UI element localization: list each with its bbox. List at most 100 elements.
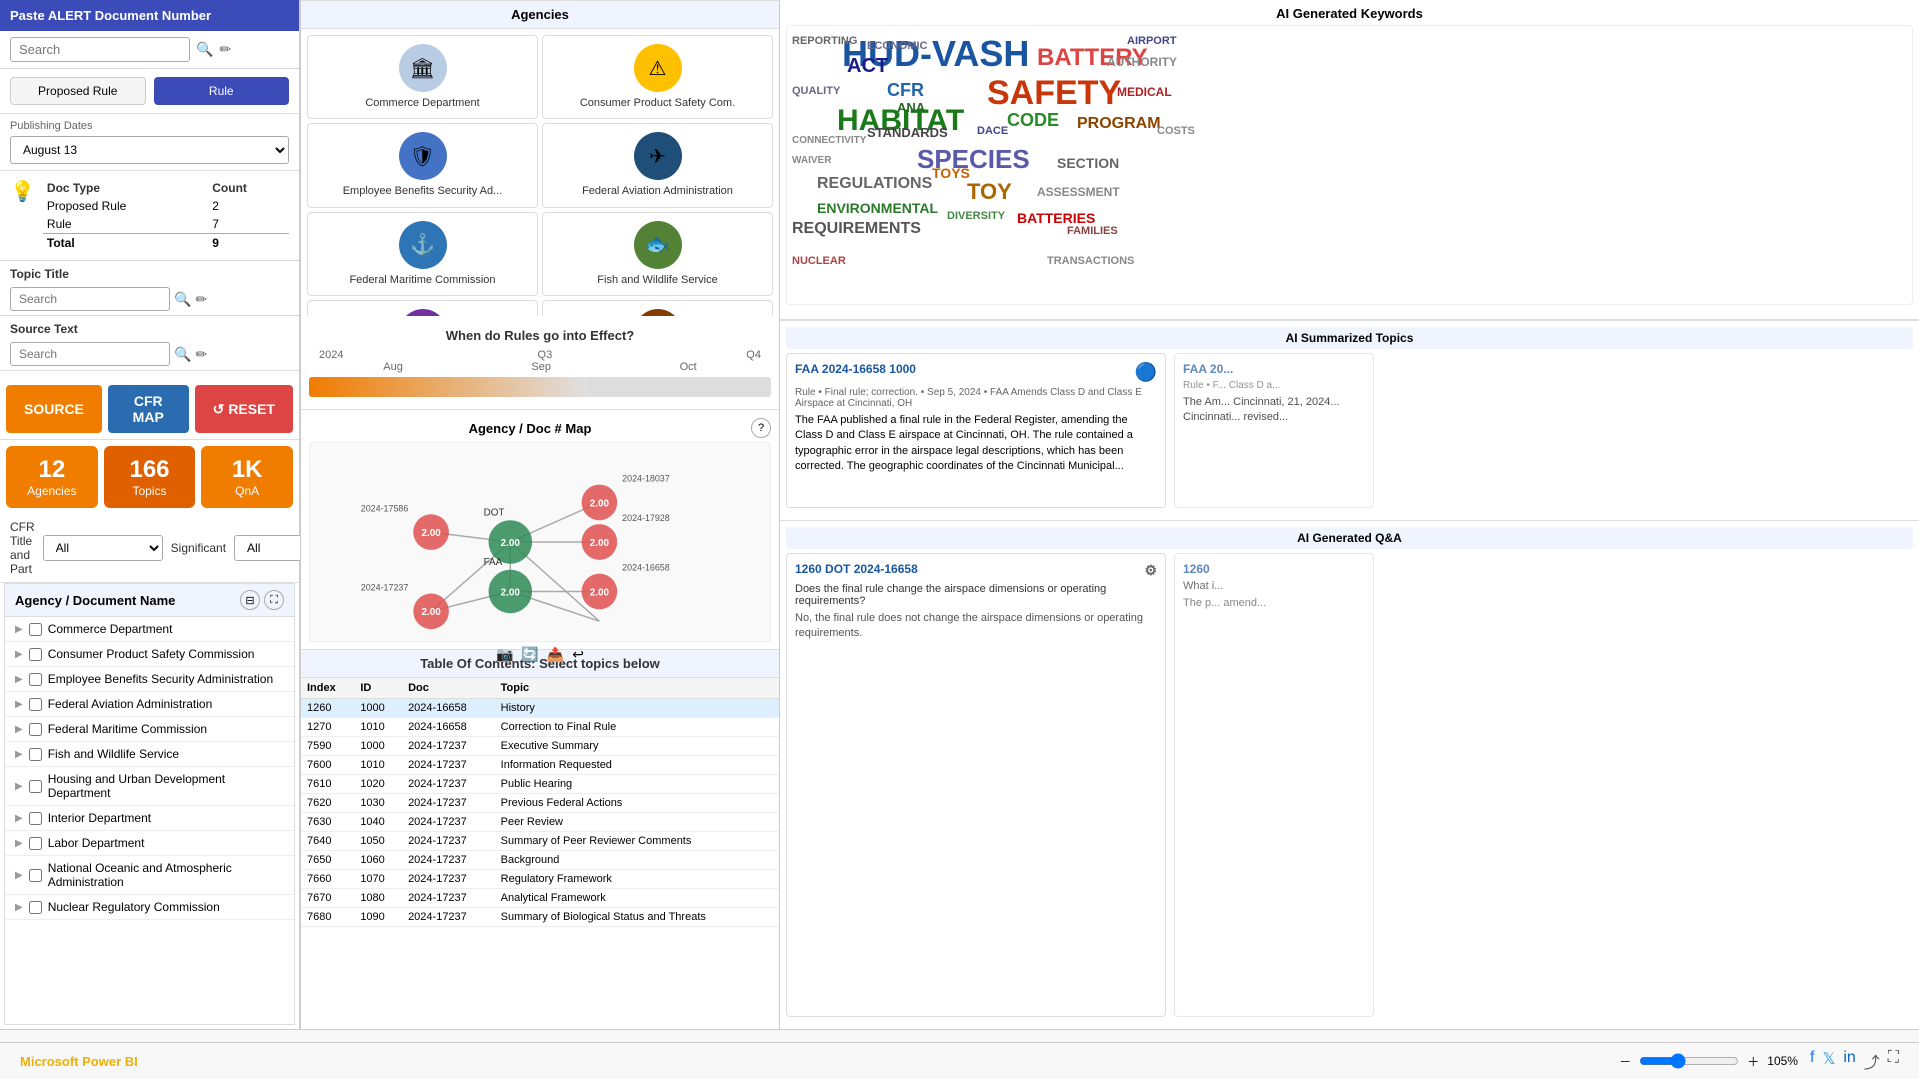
document-search-button[interactable]: 🔍 bbox=[196, 41, 213, 58]
keyword-word[interactable]: TOYS bbox=[932, 166, 970, 180]
keyword-word[interactable]: ACT bbox=[847, 56, 888, 76]
keyword-word[interactable]: QUALITY bbox=[792, 86, 840, 97]
map-node[interactable]: 2.002024-16658 bbox=[582, 563, 670, 610]
keyword-word[interactable]: REGULATIONS bbox=[817, 176, 932, 192]
toc-row[interactable]: 7660 1070 2024-17237 Regulatory Framewor… bbox=[301, 870, 779, 889]
source-edit-button[interactable]: ✏ bbox=[195, 346, 207, 363]
toc-row[interactable]: 7680 1090 2024-17237 Summary of Biologic… bbox=[301, 908, 779, 927]
agency-list-item[interactable]: ▶ Consumer Product Safety Commission bbox=[5, 642, 294, 667]
keyword-word[interactable]: REQUIREMENTS bbox=[792, 221, 921, 237]
source-button[interactable]: SOURCE bbox=[6, 385, 102, 433]
keyword-word[interactable]: ECONOMIC bbox=[867, 41, 928, 52]
map-undo-button[interactable]: ↩ bbox=[572, 646, 584, 663]
topics-stat[interactable]: 166 Topics bbox=[104, 446, 196, 508]
agency-list-item[interactable]: ▶ Employee Benefits Security Administrat… bbox=[5, 667, 294, 692]
map-node[interactable]: 2.00 bbox=[489, 570, 533, 614]
keyword-word[interactable]: DIVERSITY bbox=[947, 211, 1005, 222]
toc-row[interactable]: 7630 1040 2024-17237 Peer Review bbox=[301, 813, 779, 832]
keyword-word[interactable]: COSTS bbox=[1157, 126, 1195, 137]
source-search-button[interactable]: 🔍 bbox=[174, 346, 191, 363]
keyword-word[interactable]: SAFETY bbox=[987, 76, 1121, 110]
agency-list-item[interactable]: ▶ National Oceanic and Atmospheric Admin… bbox=[5, 856, 294, 895]
keyword-word[interactable]: STANDARDS bbox=[867, 126, 948, 139]
keyword-word[interactable]: WAIVER bbox=[792, 156, 831, 166]
agency-grid-card[interactable]: ⚠ Consumer Product Safety Com. bbox=[542, 35, 773, 119]
twitter-icon[interactable]: 𝕏 bbox=[1822, 1049, 1835, 1073]
agency-list-item[interactable]: ▶ Federal Aviation Administration bbox=[5, 692, 294, 717]
toc-row[interactable]: 7650 1060 2024-17237 Background bbox=[301, 851, 779, 870]
agency-checkbox[interactable] bbox=[29, 901, 42, 914]
map-node[interactable]: 2.002024-17237 bbox=[361, 583, 449, 630]
document-edit-button[interactable]: ✏ bbox=[219, 41, 231, 58]
topic-search-input[interactable] bbox=[10, 287, 170, 311]
facebook-icon[interactable]: f bbox=[1810, 1049, 1814, 1073]
keyword-word[interactable]: NUCLEAR bbox=[792, 256, 846, 267]
agency-grid-card[interactable]: ⚓ Federal Maritime Commission bbox=[307, 212, 538, 296]
publishing-dates-dropdown[interactable]: August 13 bbox=[10, 136, 289, 164]
keyword-word[interactable]: SECTION bbox=[1057, 156, 1119, 170]
qna-stat[interactable]: 1K QnA bbox=[201, 446, 293, 508]
topic-edit-button[interactable]: ✏ bbox=[195, 291, 207, 308]
agency-grid-card[interactable]: 🛡 Employee Benefits Security Ad... bbox=[307, 123, 538, 207]
keyword-word[interactable]: CODE bbox=[1007, 111, 1059, 129]
agency-grid-card[interactable]: 🦅 Interior Department bbox=[542, 300, 773, 316]
agency-filter-button[interactable]: ⊟ bbox=[240, 590, 260, 610]
agency-checkbox[interactable] bbox=[29, 748, 42, 761]
keyword-word[interactable]: FAMILIES bbox=[1067, 226, 1118, 237]
agency-grid-card[interactable]: 🏛 Commerce Department bbox=[307, 35, 538, 119]
agency-checkbox[interactable] bbox=[29, 648, 42, 661]
map-share-button[interactable]: 📤 bbox=[547, 646, 564, 663]
agency-list-item[interactable]: ▶ Nuclear Regulatory Commission bbox=[5, 895, 294, 920]
agency-grid-card[interactable]: 🏠 Housing and Urban Developme... bbox=[307, 300, 538, 316]
share-icon[interactable]: ⤴ bbox=[1864, 1049, 1880, 1073]
agency-list-item[interactable]: ▶ Federal Maritime Commission bbox=[5, 717, 294, 742]
agency-checkbox[interactable] bbox=[29, 869, 42, 882]
toc-row[interactable]: 7590 1000 2024-17237 Executive Summary bbox=[301, 737, 779, 756]
keyword-word[interactable]: AIRPORT bbox=[1127, 36, 1177, 47]
agency-checkbox[interactable] bbox=[29, 723, 42, 736]
qna-card-1[interactable]: 1260 What i... The p... amend... bbox=[1174, 553, 1374, 1017]
keyword-word[interactable]: AUTHORITY bbox=[1107, 56, 1177, 68]
agency-checkbox[interactable] bbox=[29, 623, 42, 636]
keyword-word[interactable]: DACE bbox=[977, 126, 1008, 137]
topic-search-button[interactable]: 🔍 bbox=[174, 291, 191, 308]
agencies-stat[interactable]: 12 Agencies bbox=[6, 446, 98, 508]
keyword-word[interactable]: BATTERIES bbox=[1017, 211, 1095, 225]
ai-card-1[interactable]: FAA 20... Rule • F... Class D a... The A… bbox=[1174, 353, 1374, 508]
map-refresh-button[interactable]: 🔄 bbox=[521, 646, 538, 663]
cfr-filter-dropdown[interactable]: All bbox=[43, 535, 163, 561]
linkedin-icon[interactable]: in bbox=[1843, 1049, 1855, 1073]
fullscreen-icon[interactable]: ⛶ bbox=[1888, 1049, 1899, 1073]
toc-row[interactable]: 1270 1010 2024-16658 Correction to Final… bbox=[301, 718, 779, 737]
toc-row[interactable]: 7670 1080 2024-17237 Analytical Framewor… bbox=[301, 889, 779, 908]
agency-checkbox[interactable] bbox=[29, 673, 42, 686]
keyword-word[interactable]: REPORTING bbox=[792, 36, 857, 47]
document-search-input[interactable] bbox=[10, 37, 190, 62]
toc-row[interactable]: 7610 1020 2024-17237 Public Hearing bbox=[301, 775, 779, 794]
keyword-word[interactable]: CONNECTIVITY bbox=[792, 136, 866, 146]
zoom-slider[interactable] bbox=[1639, 1053, 1739, 1069]
agency-grid-card[interactable]: 🐟 Fish and Wildlife Service bbox=[542, 212, 773, 296]
agency-list-item[interactable]: ▶ Labor Department bbox=[5, 831, 294, 856]
agency-grid-card[interactable]: ✈ Federal Aviation Administration bbox=[542, 123, 773, 207]
agency-list-item[interactable]: ▶ Housing and Urban Development Departme… bbox=[5, 767, 294, 806]
agency-expand-button[interactable]: ⛶ bbox=[264, 590, 284, 610]
agency-checkbox[interactable] bbox=[29, 812, 42, 825]
qna-card-0[interactable]: 1260 DOT 2024-16658 ⚙ Does the final rul… bbox=[786, 553, 1166, 1017]
map-node[interactable]: 2.002024-17928 bbox=[582, 513, 670, 560]
map-help-button[interactable]: ? bbox=[751, 418, 771, 438]
toc-row[interactable]: 7600 1010 2024-17237 Information Request… bbox=[301, 756, 779, 775]
toc-row[interactable]: 7640 1050 2024-17237 Summary of Peer Rev… bbox=[301, 832, 779, 851]
power-bi-label[interactable]: Microsoft Power BI bbox=[20, 1054, 138, 1069]
keyword-word[interactable]: CFR bbox=[887, 81, 924, 99]
zoom-plus-icon[interactable]: ＋ bbox=[1747, 1053, 1759, 1070]
agency-checkbox[interactable] bbox=[29, 698, 42, 711]
keyword-word[interactable]: ASSESSMENT bbox=[1037, 186, 1120, 198]
agency-checkbox[interactable] bbox=[29, 837, 42, 850]
agency-checkbox[interactable] bbox=[29, 780, 42, 793]
reset-button[interactable]: ↺ RESET bbox=[195, 385, 293, 433]
zoom-minus-icon[interactable]: － bbox=[1619, 1053, 1631, 1070]
keyword-word[interactable]: MEDICAL bbox=[1117, 86, 1172, 98]
qna-settings-icon[interactable]: ⚙ bbox=[1144, 562, 1157, 579]
keyword-word[interactable]: ANA bbox=[897, 101, 925, 114]
